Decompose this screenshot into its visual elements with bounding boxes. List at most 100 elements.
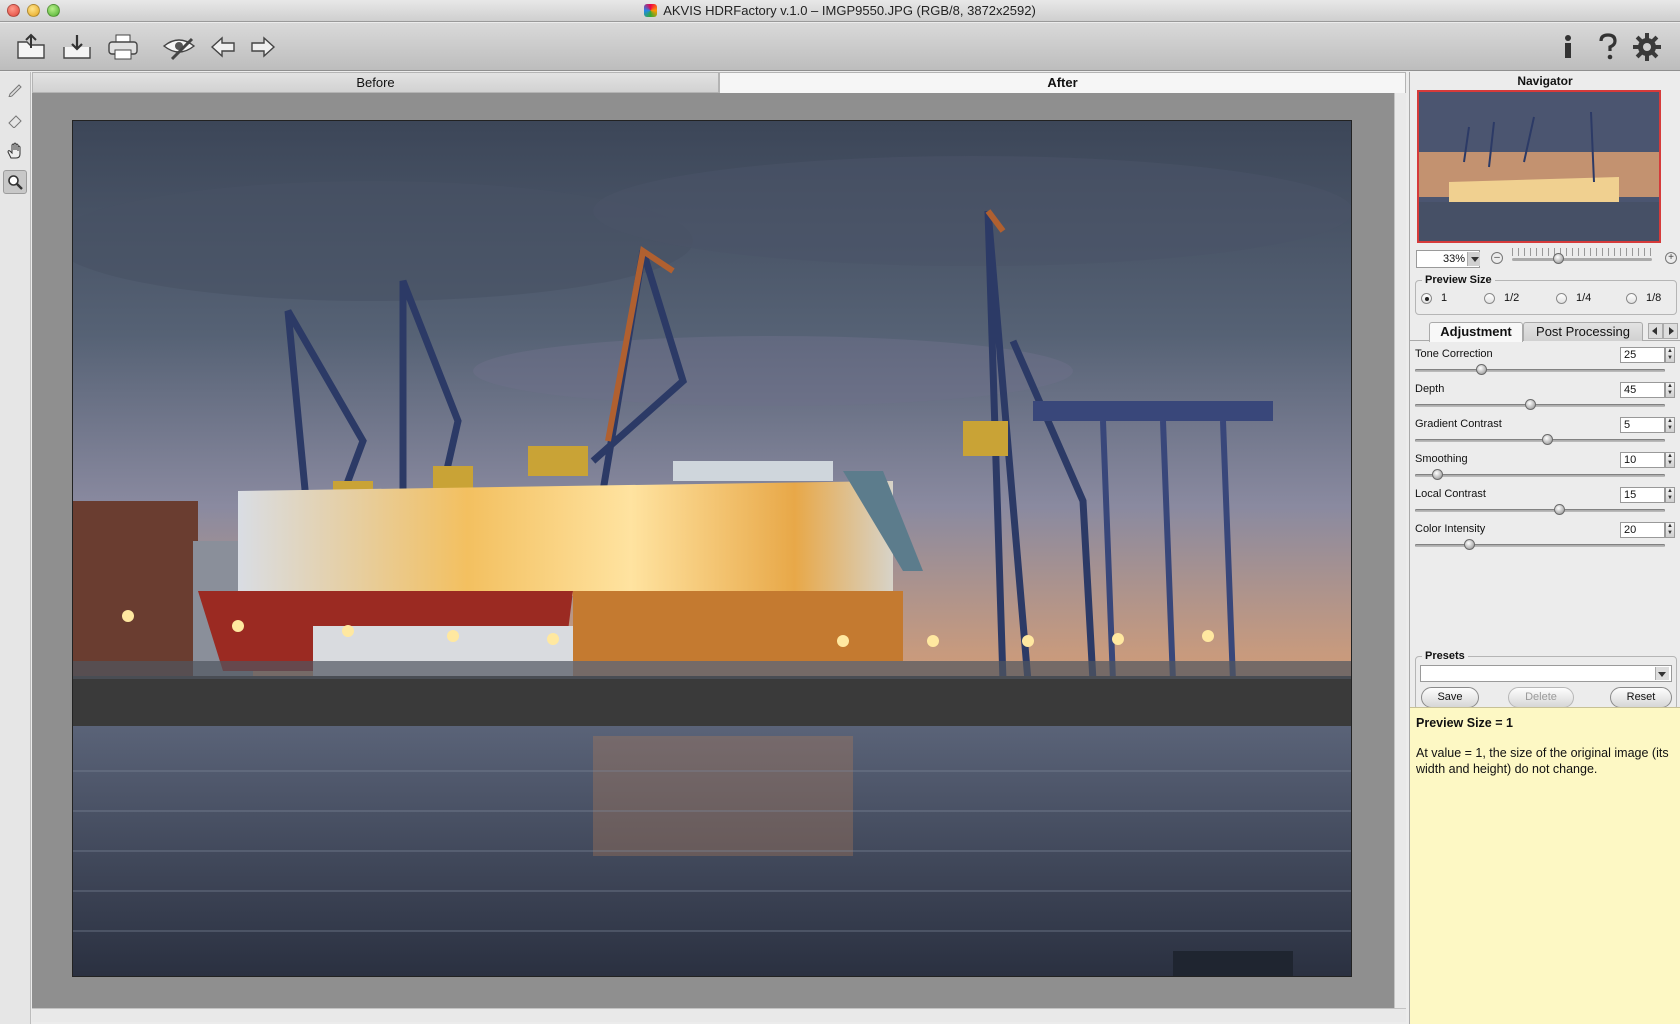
stepper-icon[interactable]: ▲ ▼: [1665, 522, 1675, 538]
navigator-title: Navigator: [1517, 74, 1573, 88]
hint-title: Preview Size = 1: [1416, 716, 1513, 730]
tab-after[interactable]: After: [719, 72, 1406, 93]
param-slider-knob[interactable]: [1554, 504, 1566, 515]
settings-button[interactable]: [1630, 31, 1664, 63]
hand-tool[interactable]: [3, 139, 27, 163]
param-slider-knob[interactable]: [1432, 469, 1444, 480]
param-slider-track[interactable]: [1415, 439, 1665, 442]
zoom-window-button[interactable]: [47, 4, 60, 17]
zoom-slider-knob[interactable]: [1553, 253, 1564, 264]
print-button[interactable]: [106, 31, 140, 63]
info-button[interactable]: [1551, 31, 1585, 63]
param-value-input[interactable]: 15: [1620, 487, 1665, 503]
radio-icon: [1626, 292, 1637, 304]
param-label: Color Intensity: [1415, 523, 1486, 535]
view-tabs: Before After: [32, 72, 1406, 93]
tab-adjustment[interactable]: Adjustment: [1429, 322, 1523, 342]
help-icon: [1599, 33, 1617, 60]
preview-size-option-label: 1/8: [1646, 292, 1662, 304]
zoom-control: 33% – +: [1416, 248, 1678, 272]
open-icon: [17, 33, 45, 59]
param-label: Tone Correction: [1415, 348, 1493, 360]
eraser-tool[interactable]: [3, 108, 27, 132]
stepper-icon[interactable]: ▲ ▼: [1665, 382, 1675, 398]
param-value-input[interactable]: 45: [1620, 382, 1665, 398]
zoom-select[interactable]: 33%: [1416, 250, 1480, 268]
preview-button[interactable]: [162, 31, 196, 63]
tab-scroll-arrows: [1648, 323, 1678, 339]
param-tone-correction: Tone Correction 25 ▲ ▼: [1415, 347, 1675, 382]
pencil-tool[interactable]: [3, 77, 27, 101]
vertical-scrollbar[interactable]: [1394, 93, 1406, 1008]
param-value-input[interactable]: 20: [1620, 522, 1665, 538]
stepper-icon[interactable]: ▲ ▼: [1665, 452, 1675, 468]
presets-dropdown[interactable]: [1420, 665, 1672, 682]
preview-eye-icon: [162, 37, 196, 61]
save-icon: [63, 35, 91, 59]
param-slider-knob[interactable]: [1463, 539, 1475, 550]
window-controls: [7, 4, 60, 17]
tab-scroll-right-icon[interactable]: [1663, 323, 1678, 339]
preview-size-option-1-2[interactable]: 1/2: [1484, 292, 1519, 304]
window-title-wrap: AKVIS HDRFactory v.1.0 – IMGP9550.JPG (R…: [644, 3, 1036, 18]
harbor-photo: [72, 120, 1352, 977]
stepper-icon[interactable]: ▲ ▼: [1665, 347, 1675, 363]
zoom-tool[interactable]: [3, 170, 27, 194]
tab-post-processing[interactable]: Post Processing: [1523, 322, 1643, 341]
hand-icon: [7, 142, 21, 159]
window-title: AKVIS HDRFactory v.1.0 – IMGP9550.JPG (R…: [663, 3, 1036, 18]
zoom-out-icon[interactable]: –: [1491, 252, 1503, 264]
param-value-input[interactable]: 10: [1620, 452, 1665, 468]
save-button[interactable]: [60, 31, 94, 63]
open-button[interactable]: [14, 31, 48, 63]
minimize-window-button[interactable]: [27, 4, 40, 17]
hint-box: Preview Size = 1 At value = 1, the size …: [1410, 707, 1680, 1024]
preview-size-option-1-8[interactable]: 1/8: [1626, 292, 1661, 304]
param-gradient-contrast: Gradient Contrast 5 ▲ ▼: [1415, 417, 1675, 452]
delete-preset-button[interactable]: Delete: [1508, 687, 1574, 708]
horizontal-scrollbar[interactable]: [32, 1008, 1406, 1022]
param-slider-knob[interactable]: [1524, 399, 1536, 410]
preview-size-option-1[interactable]: 1: [1421, 292, 1447, 304]
tab-scroll-left-icon[interactable]: [1648, 323, 1663, 339]
stepper-icon[interactable]: ▲ ▼: [1665, 417, 1675, 433]
title-bar: AKVIS HDRFactory v.1.0 – IMGP9550.JPG (R…: [0, 0, 1680, 22]
param-slider-knob[interactable]: [1476, 364, 1487, 375]
param-label: Depth: [1415, 383, 1445, 395]
radio-selected-icon: [1421, 292, 1432, 304]
zoom-in-icon[interactable]: +: [1665, 252, 1677, 264]
reset-button[interactable]: Reset: [1610, 687, 1672, 708]
param-smoothing: Smoothing 10 ▲ ▼: [1415, 452, 1675, 487]
save-preset-button[interactable]: Save: [1421, 687, 1479, 708]
preview-size-option-1-4[interactable]: 1/4: [1556, 292, 1591, 304]
stepper-icon[interactable]: ▲ ▼: [1665, 487, 1675, 503]
preview-size-option-label: 1/4: [1576, 292, 1592, 304]
help-button[interactable]: [1591, 31, 1625, 63]
param-slider-track[interactable]: [1415, 544, 1665, 547]
preview-size-option-label: 1: [1441, 292, 1448, 304]
panel-tabs: Adjustment Post Processing: [1410, 321, 1680, 342]
param-slider-track[interactable]: [1415, 369, 1665, 372]
param-slider-track[interactable]: [1415, 474, 1665, 477]
param-slider-knob[interactable]: [1541, 434, 1553, 445]
param-value-input[interactable]: 5: [1620, 417, 1665, 433]
param-color-intensity: Color Intensity 20 ▲ ▼: [1415, 522, 1675, 557]
redo-button[interactable]: [246, 31, 280, 63]
undo-button[interactable]: [206, 31, 240, 63]
pencil-icon: [8, 84, 22, 97]
settings-panel: Navigator 33% – + Preview Size 1 1/2 1/4…: [1409, 72, 1680, 1024]
param-slider-track[interactable]: [1415, 404, 1665, 407]
radio-icon: [1484, 292, 1495, 304]
param-slider-track[interactable]: [1415, 509, 1665, 512]
eraser-icon: [8, 115, 22, 128]
radio-icon: [1556, 292, 1567, 304]
zoom-icon: [8, 175, 23, 190]
info-icon: [1565, 35, 1571, 58]
hint-body: At value = 1, the size of the original i…: [1416, 746, 1669, 776]
navigator-thumbnail[interactable]: [1417, 90, 1661, 243]
tab-before[interactable]: Before: [32, 72, 719, 93]
zoom-slider[interactable]: [1512, 258, 1652, 261]
close-window-button[interactable]: [7, 4, 20, 17]
param-value-input[interactable]: 25: [1620, 347, 1665, 363]
image-canvas[interactable]: [32, 93, 1394, 1008]
